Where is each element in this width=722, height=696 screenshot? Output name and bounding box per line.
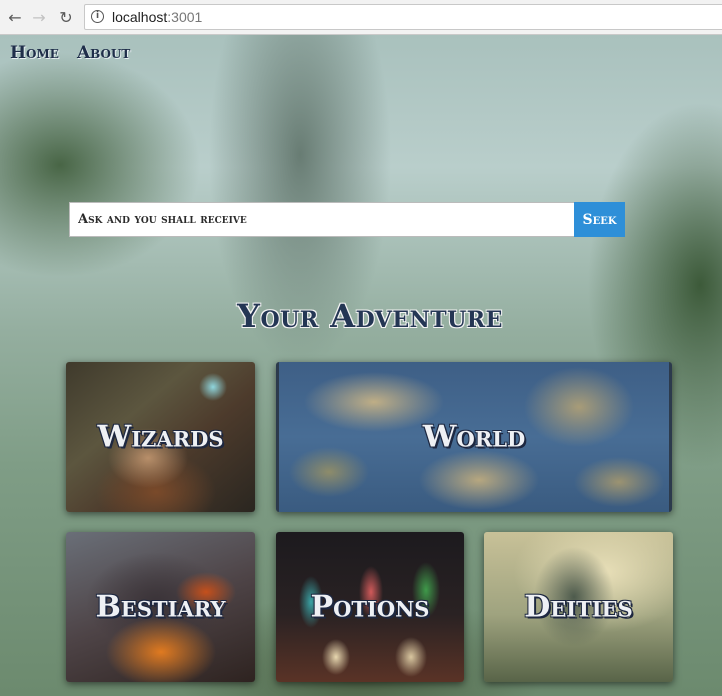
card-world-label: World — [422, 419, 526, 455]
info-icon[interactable]: i — [91, 10, 104, 23]
card-bestiary[interactable]: Bestiary — [66, 532, 255, 682]
url-host: localhost — [112, 9, 168, 25]
nav-about-link[interactable]: About — [77, 43, 130, 63]
search-input[interactable] — [69, 202, 574, 237]
arrow-right-icon: → — [32, 7, 46, 27]
page-title: Your Adventure — [237, 297, 503, 335]
top-nav: Home About — [10, 43, 130, 63]
card-wizards[interactable]: Wizards — [66, 362, 255, 512]
card-potions[interactable]: Potions — [276, 532, 464, 682]
card-potions-label: Potions — [310, 589, 430, 625]
reload-icon: ↻ — [59, 7, 73, 27]
card-bestiary-label: Bestiary — [95, 589, 226, 625]
nav-home-link[interactable]: Home — [10, 43, 59, 63]
page-background: Home About Seek Your Adventure Wizards W… — [0, 35, 722, 696]
arrow-left-icon: ← — [8, 7, 22, 27]
forward-button[interactable]: → — [28, 6, 50, 28]
browser-toolbar: ← → ↻ i localhost:3001 — [0, 0, 722, 35]
card-deities[interactable]: Deities — [484, 532, 673, 682]
card-wizards-label: Wizards — [97, 419, 224, 455]
address-bar[interactable]: i localhost:3001 — [84, 4, 722, 30]
card-world[interactable]: World — [276, 362, 672, 512]
seek-button[interactable]: Seek — [574, 202, 625, 237]
url-text: localhost:3001 — [112, 9, 202, 25]
card-deities-label: Deities — [524, 589, 633, 625]
reload-button[interactable]: ↻ — [55, 6, 77, 28]
search-bar: Seek — [69, 202, 625, 237]
back-button[interactable]: ← — [4, 6, 26, 28]
url-port: :3001 — [167, 9, 203, 25]
